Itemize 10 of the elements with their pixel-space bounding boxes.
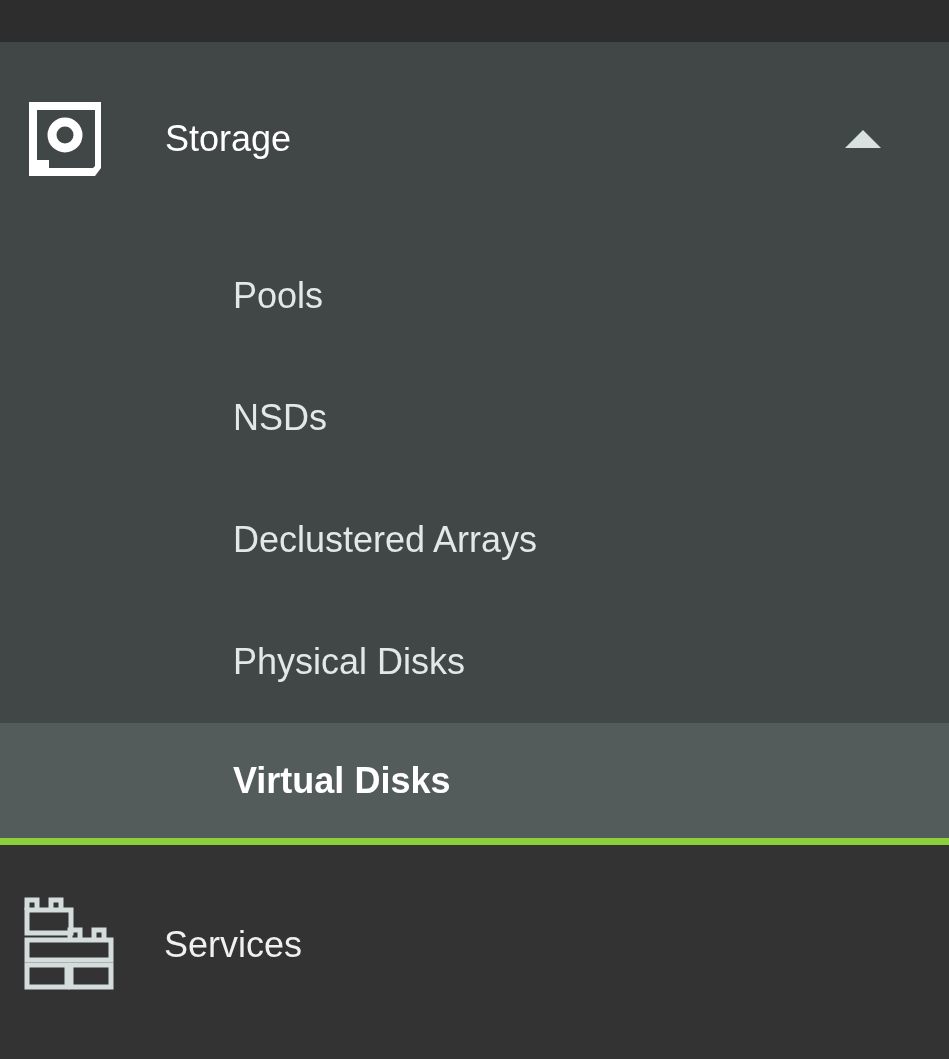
nav-item[interactable]: NSDs — [0, 357, 949, 479]
nav-section-header[interactable]: Services — [0, 845, 949, 1045]
nav-item[interactable]: Pools — [0, 235, 949, 357]
nav-item[interactable]: Physical Disks — [0, 601, 949, 723]
nav-item[interactable]: Declustered Arrays — [0, 479, 949, 601]
nav-section-label: Storage — [165, 116, 293, 161]
nav-section-header[interactable]: Storage — [0, 42, 949, 235]
nav-section-label: Services — [164, 923, 304, 967]
caret-icon — [845, 129, 881, 148]
nav-item[interactable]: Virtual Disks — [0, 723, 949, 845]
